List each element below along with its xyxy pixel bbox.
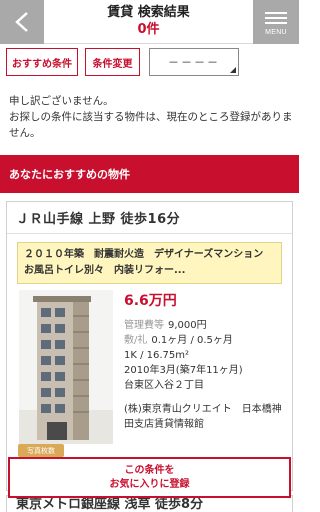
listing-catchcopy: ２０１０年築 耐震耐火造 デザイナーズマンション お風呂トイレ別々 内装リフォー… bbox=[17, 242, 282, 284]
page-title: 賃貸 検索結果 0件 bbox=[44, 4, 253, 38]
result-count: 0件 bbox=[137, 22, 160, 37]
message-line-1: 申し訳ございません。 bbox=[9, 95, 114, 107]
fee-row: 管理費等 9,000円 bbox=[124, 318, 243, 333]
fee-label: 管理費等 bbox=[124, 320, 164, 331]
section-heading: あなたにおすすめの物件 bbox=[0, 155, 299, 193]
listing-rent: 6.6万円 bbox=[124, 293, 177, 309]
sort-select[interactable]: －－－－ bbox=[149, 48, 239, 76]
dropdown-corner-icon bbox=[230, 67, 236, 73]
listing-station: ＪＲ山手線 上野 徒歩16分 bbox=[7, 202, 292, 234]
menu-label: MENU bbox=[265, 28, 287, 36]
back-button[interactable] bbox=[0, 0, 44, 44]
listing-details: 管理費等 9,000円 敷/礼 0.1ヶ月 / 0.5ヶ月 1K / 16.75m²… bbox=[124, 318, 243, 393]
layout-value: 1K / 16.75m² bbox=[124, 350, 190, 361]
built-value: 2010年3月(築7年11ヶ月) bbox=[124, 365, 243, 376]
save-condition-button[interactable]: この条件を お気に入りに登録 bbox=[8, 457, 291, 498]
title-text: 賃貸 検索結果 bbox=[107, 5, 190, 20]
save-condition-line-2: お気に入りに登録 bbox=[109, 478, 190, 490]
listing-company: (株)東京青山クリエイト 日本橋神田支店賃貸情報館 bbox=[124, 404, 282, 430]
no-results-message: 申し訳ございません。 お探しの条件に該当する物件は、現在のところ登録がありません… bbox=[9, 93, 293, 141]
message-line-2: お探しの条件に該当する物件は、現在のところ登録がありません。 bbox=[9, 111, 293, 139]
screen: 賃貸 検索結果 0件 MENU おすすめ条件 条件変更 －－－－ 申し訳ございま… bbox=[0, 0, 299, 512]
photo-count-badge: 写真枚数 bbox=[18, 444, 64, 457]
deposit-value: 0.1ヶ月 / 0.5ヶ月 bbox=[151, 335, 233, 346]
chevron-left-icon bbox=[15, 12, 28, 32]
hamburger-icon bbox=[265, 9, 287, 27]
menu-button[interactable]: MENU bbox=[253, 0, 299, 44]
save-condition-line-1: この条件を bbox=[124, 464, 175, 476]
address-value: 台東区入谷２丁目 bbox=[124, 380, 204, 391]
header: 賃貸 検索結果 0件 MENU bbox=[0, 0, 299, 44]
change-conditions-button[interactable]: 条件変更 bbox=[85, 48, 140, 76]
recommended-conditions-button[interactable]: おすすめ条件 bbox=[6, 48, 78, 76]
deposit-row: 敷/礼 0.1ヶ月 / 0.5ヶ月 bbox=[124, 333, 243, 348]
building-photo bbox=[19, 290, 113, 444]
deposit-label: 敷/礼 bbox=[124, 335, 148, 346]
fee-value: 9,000円 bbox=[168, 320, 207, 331]
sort-value: －－－－ bbox=[168, 56, 220, 69]
toolbar: おすすめ条件 条件変更 －－－－ bbox=[0, 48, 299, 78]
